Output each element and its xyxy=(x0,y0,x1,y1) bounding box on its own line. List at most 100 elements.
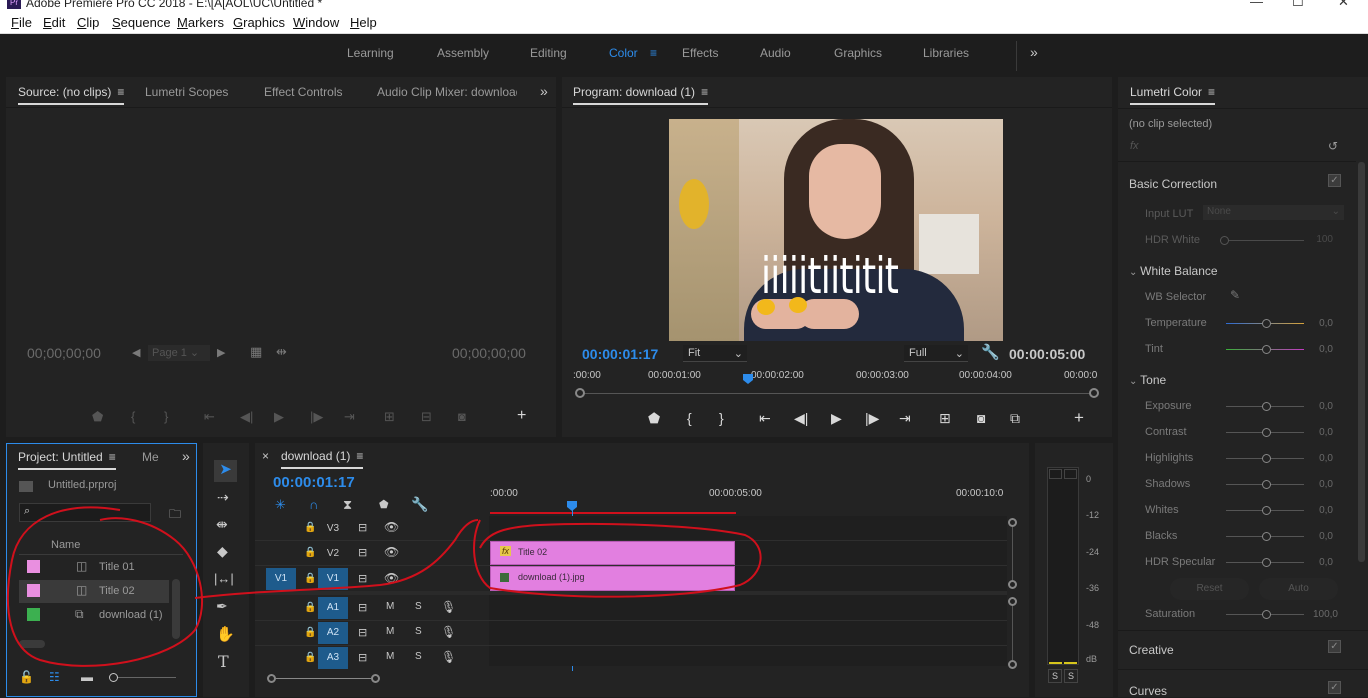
menu-graphics[interactable]: Graphics xyxy=(233,15,285,30)
temperature-value[interactable]: 0,0 xyxy=(1293,318,1333,329)
zoom-slider[interactable] xyxy=(114,677,176,678)
section-curves[interactable]: Curves xyxy=(1129,684,1167,698)
workspace-color[interactable]: Color xyxy=(609,46,638,60)
track-label-a2[interactable]: A2 xyxy=(318,622,348,644)
eyedropper-icon[interactable]: ✎ xyxy=(1230,288,1240,302)
menu-file[interactable]: File xyxy=(11,15,32,30)
overwrite-icon[interactable]: ⊟ xyxy=(421,409,432,425)
tab-effect-controls[interactable]: Effect Controls xyxy=(264,85,342,99)
h-scroll-handle-left[interactable] xyxy=(267,674,276,683)
nest-icon[interactable]: ✳ xyxy=(275,497,286,513)
tone-slider-knob[interactable] xyxy=(1262,532,1271,541)
workspaces-more-button[interactable]: » xyxy=(1030,44,1038,60)
lock-icon[interactable]: 🔒 xyxy=(304,627,316,638)
hdr-white-knob[interactable] xyxy=(1220,236,1229,245)
mark-out-icon[interactable]: } xyxy=(164,409,168,424)
tracks-area[interactable]: 🔒 V3 ⊟ 👁 🔒 V2 ⊟ 👁 V1 🔒 V1 ⊟ 👁 🔒 A1 ⊟ M S… xyxy=(255,516,1007,669)
workspace-effects[interactable]: Effects xyxy=(682,46,718,60)
tab-lumetri-color[interactable]: Lumetri Color ≡ xyxy=(1130,85,1216,105)
workspace-menu-icon[interactable]: ≡ xyxy=(650,46,657,60)
hdr-white-slider[interactable] xyxy=(1224,240,1304,241)
tone-slider-knob[interactable] xyxy=(1262,428,1271,437)
curves-checkbox[interactable]: ✓ xyxy=(1328,681,1341,694)
tone-slider-knob[interactable] xyxy=(1262,558,1271,567)
mute-button[interactable]: M xyxy=(386,626,394,637)
h-scroll-track[interactable] xyxy=(276,678,371,679)
project-column-header[interactable]: Name xyxy=(19,535,183,555)
microphone-icon[interactable]: 🎙 xyxy=(441,625,456,639)
scroll-handle-right[interactable] xyxy=(1089,388,1099,398)
zoom-slider-knob[interactable] xyxy=(109,673,118,682)
menu-clip[interactable]: Clip xyxy=(77,15,99,30)
menu-window[interactable]: Window xyxy=(293,15,339,30)
tone-auto-button[interactable]: Auto xyxy=(1259,578,1338,600)
hdr-white-value[interactable]: 100 xyxy=(1293,234,1333,245)
tab-sequence[interactable]: download (1) ≡ xyxy=(281,449,364,469)
mute-button[interactable]: M xyxy=(386,601,394,612)
mark-in-icon[interactable]: { xyxy=(687,410,692,426)
tab-audio-clip-mixer[interactable]: Audio Clip Mixer: download ( xyxy=(377,85,517,99)
ripple-edit-tool-icon[interactable]: ⇼ xyxy=(216,516,228,533)
pen-tool-icon[interactable]: ✒ xyxy=(216,598,228,615)
step-forward-icon[interactable]: |▶ xyxy=(310,409,323,425)
play-icon[interactable]: ▶ xyxy=(831,410,842,427)
menu-edit[interactable]: Edit xyxy=(43,15,65,30)
page-prev-icon[interactable]: ◀ xyxy=(132,346,140,359)
solo-button[interactable]: S xyxy=(415,651,422,662)
creative-checkbox[interactable]: ✓ xyxy=(1328,640,1341,653)
eye-icon[interactable]: 👁 xyxy=(384,545,399,559)
go-to-out-icon[interactable]: ⇥ xyxy=(344,409,355,425)
v-scroll-handle[interactable] xyxy=(1008,597,1017,606)
temperature-knob[interactable] xyxy=(1262,319,1271,328)
basic-correction-checkbox[interactable]: ✓ xyxy=(1328,174,1341,187)
icon-view-icon[interactable]: ▬ xyxy=(81,670,93,684)
eye-icon[interactable]: 👁 xyxy=(384,571,399,585)
tone-reset-button[interactable]: Reset xyxy=(1170,578,1249,600)
lock-icon[interactable]: 🔒 xyxy=(304,602,316,613)
section-basic-correction[interactable]: Basic Correction xyxy=(1129,177,1217,191)
hand-tool-icon[interactable]: ✋ xyxy=(216,625,235,643)
tab-program[interactable]: Program: download (1) ≡ xyxy=(573,85,709,105)
minimize-button[interactable]: — xyxy=(1250,0,1263,9)
tone-value[interactable]: 0,0 xyxy=(1293,401,1333,412)
project-search-input[interactable]: ⌕ xyxy=(19,503,151,522)
tone-value[interactable]: 0,0 xyxy=(1293,479,1333,490)
list-view-icon[interactable]: ☷ xyxy=(49,670,60,684)
work-area-bar[interactable] xyxy=(490,512,736,514)
scroll-handle-left[interactable] xyxy=(575,388,585,398)
mark-in-icon[interactable]: { xyxy=(131,409,135,424)
v-scroll-handle[interactable] xyxy=(1008,580,1017,589)
add-marker-icon[interactable]: ⬟ xyxy=(379,498,389,511)
track-label-v2[interactable]: V2 xyxy=(318,543,348,565)
workspace-graphics[interactable]: Graphics xyxy=(834,46,882,60)
lock-icon[interactable]: 🔓 xyxy=(19,670,34,684)
step-forward-icon[interactable]: |▶ xyxy=(865,410,879,427)
page-select[interactable]: Page 1 ⌄ xyxy=(148,345,210,361)
track-label-a3[interactable]: A3 xyxy=(318,647,348,669)
timeline-settings-icon[interactable]: 🔧 xyxy=(411,496,428,513)
export-frame-icon[interactable]: ◙ xyxy=(977,410,985,426)
export-frame-icon[interactable]: ◙ xyxy=(458,409,466,424)
tint-knob[interactable] xyxy=(1262,345,1271,354)
go-to-in-icon[interactable]: ⇤ xyxy=(759,410,771,427)
solo-right-button[interactable]: S xyxy=(1064,669,1078,683)
drag-icon[interactable]: ⇹ xyxy=(276,344,287,360)
section-creative[interactable]: Creative xyxy=(1129,643,1174,657)
new-bin-icon[interactable]: 🗀 xyxy=(169,505,181,526)
solo-button[interactable]: S xyxy=(415,626,422,637)
track-label-v1[interactable]: V1 xyxy=(318,568,348,590)
add-button-icon[interactable]: + xyxy=(517,407,526,425)
step-back-icon[interactable]: ◀| xyxy=(240,409,253,425)
selection-tool-icon[interactable]: ➤ xyxy=(214,460,237,482)
quality-select[interactable]: Full ⌄ xyxy=(904,345,968,362)
solo-left-button[interactable]: S xyxy=(1048,669,1062,683)
marker-icon[interactable]: ⬟ xyxy=(648,410,660,427)
tone-slider-knob[interactable] xyxy=(1262,454,1271,463)
panel-more-icon[interactable]: » xyxy=(540,83,548,99)
tone-value[interactable]: 0,0 xyxy=(1293,531,1333,542)
workspace-assembly[interactable]: Assembly xyxy=(437,46,489,60)
v-scroll-handle[interactable] xyxy=(1008,518,1017,527)
eye-icon[interactable]: 👁 xyxy=(384,520,399,534)
tone-value[interactable]: 0,0 xyxy=(1293,557,1333,568)
clip-title-02[interactable]: fx Title 02 xyxy=(490,541,735,565)
